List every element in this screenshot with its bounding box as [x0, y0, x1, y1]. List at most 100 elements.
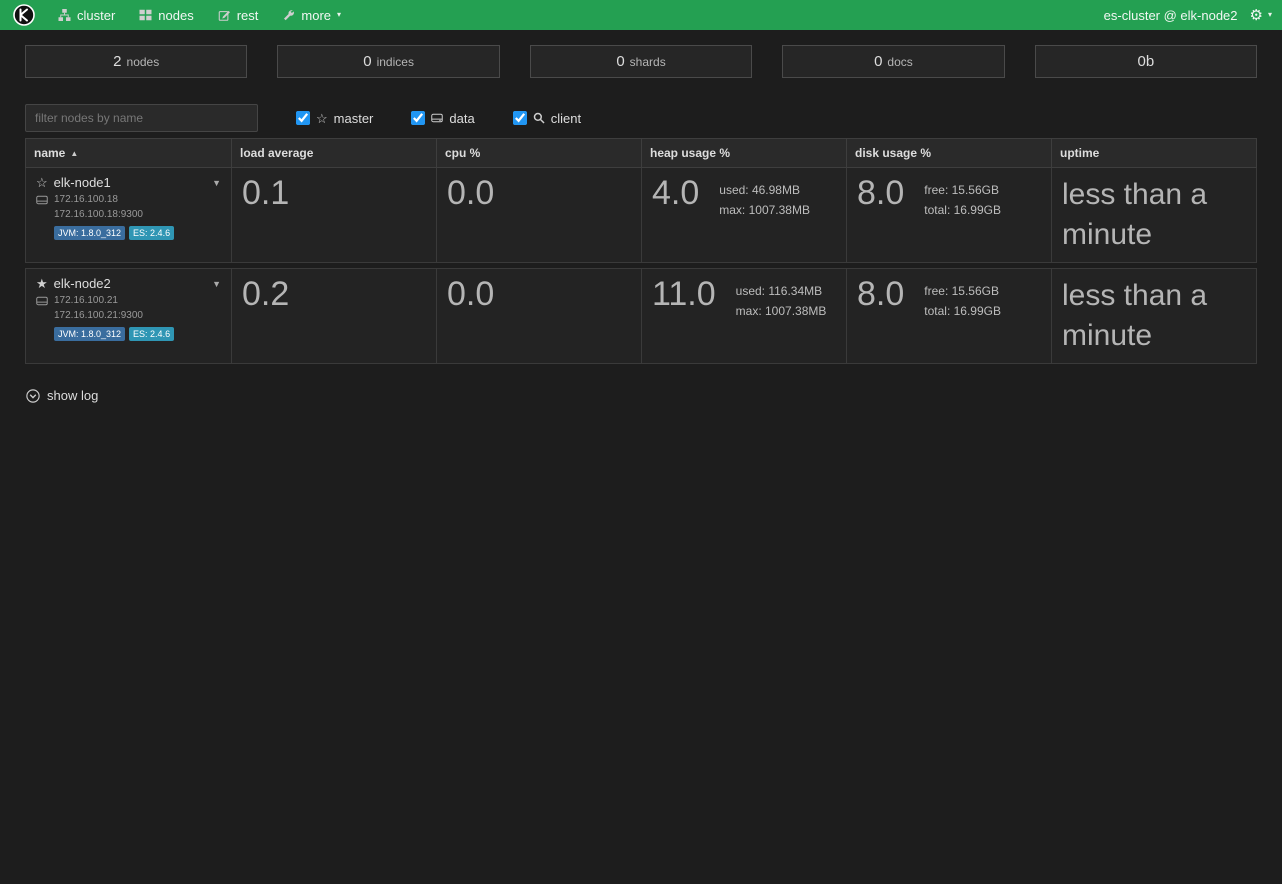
heap-max-label: max: 1007.38MB [736, 301, 827, 321]
header-name-label: name [34, 146, 65, 160]
nav-label-nodes: nodes [158, 8, 193, 23]
hdd-icon [36, 195, 48, 205]
cpu-cell: 0.0 [436, 269, 641, 363]
load-average-cell: 0.2 [231, 269, 436, 363]
node-name: elk-node1 [54, 175, 111, 190]
node-transport-address: 172.16.100.21:9300 [54, 310, 143, 321]
kopf-logo-icon [12, 3, 36, 27]
chevron-down-icon: ▾ [337, 11, 341, 19]
disk-usage-value: 8.0 [857, 175, 904, 212]
node-ip: 172.16.100.18 [54, 194, 118, 205]
client-checkbox-label: client [551, 111, 581, 126]
node-name-cell: ★ elk-node2 ▼ 172.16.100.21 172.16.100.2… [26, 269, 231, 363]
cluster-stats-row: 2 nodes 0 indices 0 shards 0 docs 0b [25, 45, 1257, 78]
node-name: elk-node2 [54, 276, 111, 291]
node-menu-caret-icon[interactable]: ▼ [212, 279, 221, 289]
stat-size: 0b [1035, 45, 1257, 78]
filter-client[interactable]: client [513, 111, 581, 126]
header-disk-usage[interactable]: disk usage % [846, 139, 1051, 167]
stat-shards: 0 shards [530, 45, 752, 78]
header-cpu[interactable]: cpu % [436, 139, 641, 167]
top-navbar: cluster nodes rest more ▾ es-cluste [0, 0, 1282, 30]
load-average-value: 0.2 [242, 276, 426, 313]
nodes-table-header: name ▲ load average cpu % heap usage % d… [25, 138, 1257, 168]
cpu-value: 0.0 [447, 175, 631, 212]
edit-icon [218, 9, 231, 21]
hdd-icon [36, 296, 48, 306]
node-menu-caret-icon[interactable]: ▼ [212, 178, 221, 188]
disk-total-label: total: 16.99GB [924, 301, 1001, 321]
header-name[interactable]: name ▲ [26, 139, 231, 167]
node-filter-input[interactable] [25, 104, 258, 132]
node-filters: ☆ master data client [25, 104, 1257, 132]
stat-docs: 0 docs [782, 45, 1004, 78]
grid-icon [139, 9, 152, 21]
node-transport-address: 172.16.100.18:9300 [54, 209, 143, 220]
nav-item-nodes[interactable]: nodes [127, 0, 205, 30]
cluster-status-label: es-cluster @ elk-node2 [1104, 8, 1238, 23]
header-uptime[interactable]: uptime [1051, 139, 1256, 167]
stat-nodes-value: 2 [113, 53, 121, 70]
header-cpu-label: cpu % [445, 146, 480, 160]
navbar-right: es-cluster @ elk-node2 ⚙ ▾ [1104, 8, 1272, 23]
search-icon [533, 112, 545, 124]
stat-nodes-label: nodes [127, 55, 160, 69]
data-checkbox-label: data [449, 111, 474, 126]
stat-docs-value: 0 [874, 53, 882, 70]
stat-size-value: 0b [1137, 53, 1154, 70]
filter-master[interactable]: ☆ master [296, 111, 373, 126]
jvm-version-badge: JVM: 1.8.0_312 [54, 226, 125, 240]
disk-total-label: total: 16.99GB [924, 200, 1001, 220]
header-heap-label: heap usage % [650, 146, 730, 160]
nav-item-cluster[interactable]: cluster [46, 0, 127, 30]
header-heap-usage[interactable]: heap usage % [641, 139, 846, 167]
heap-usage-cell: 11.0 used: 116.34MB max: 1007.38MB [641, 269, 846, 363]
wrench-icon [282, 9, 295, 21]
header-uptime-label: uptime [1060, 146, 1099, 160]
hdd-icon [431, 113, 443, 123]
chevron-circle-down-icon [26, 389, 40, 403]
cpu-cell: 0.0 [436, 168, 641, 262]
header-load-average[interactable]: load average [231, 139, 436, 167]
nav-item-more[interactable]: more ▾ [270, 0, 353, 30]
es-version-badge: ES: 2.4.6 [129, 226, 174, 240]
stat-shards-value: 0 [616, 53, 624, 70]
chevron-down-icon: ▾ [1268, 11, 1272, 19]
disk-usage-cell: 8.0 free: 15.56GB total: 16.99GB [846, 269, 1051, 363]
show-log-toggle[interactable]: show log [26, 388, 98, 403]
nav-label-cluster: cluster [77, 8, 115, 23]
sitemap-icon [58, 9, 71, 21]
node-ip: 172.16.100.21 [54, 295, 118, 306]
jvm-version-badge: JVM: 1.8.0_312 [54, 327, 125, 341]
stat-indices-value: 0 [363, 53, 371, 70]
nav-label-rest: rest [237, 8, 259, 23]
client-checkbox[interactable] [513, 111, 527, 125]
uptime-value: less than a minute [1062, 276, 1246, 356]
stat-indices: 0 indices [277, 45, 499, 78]
heap-max-label: max: 1007.38MB [719, 200, 810, 220]
gear-icon: ⚙ [1250, 8, 1263, 23]
table-row: ★ elk-node2 ▼ 172.16.100.21 172.16.100.2… [25, 268, 1257, 364]
load-average-value: 0.1 [242, 175, 426, 212]
uptime-value: less than a minute [1062, 175, 1246, 255]
sort-asc-icon: ▲ [70, 149, 78, 158]
heap-used-label: used: 46.98MB [719, 180, 810, 200]
uptime-cell: less than a minute [1051, 269, 1256, 363]
elected-master-star-icon: ★ [36, 277, 48, 290]
disk-free-label: free: 15.56GB [924, 281, 1001, 301]
data-checkbox[interactable] [411, 111, 425, 125]
master-checkbox-label: master [334, 111, 374, 126]
nav-item-rest[interactable]: rest [206, 0, 271, 30]
node-name-cell: ☆ elk-node1 ▼ 172.16.100.18 172.16.100.1… [26, 168, 231, 262]
filter-data[interactable]: data [411, 111, 474, 126]
heap-usage-value: 11.0 [652, 276, 716, 313]
master-checkbox[interactable] [296, 111, 310, 125]
stat-shards-label: shards [630, 55, 666, 69]
settings-menu[interactable]: ⚙ ▾ [1250, 8, 1272, 23]
show-log-label: show log [47, 388, 98, 403]
master-eligible-star-icon: ☆ [36, 176, 48, 189]
es-version-badge: ES: 2.4.6 [129, 327, 174, 341]
stat-docs-label: docs [887, 55, 912, 69]
header-disk-label: disk usage % [855, 146, 931, 160]
kopf-logo[interactable] [12, 3, 36, 27]
